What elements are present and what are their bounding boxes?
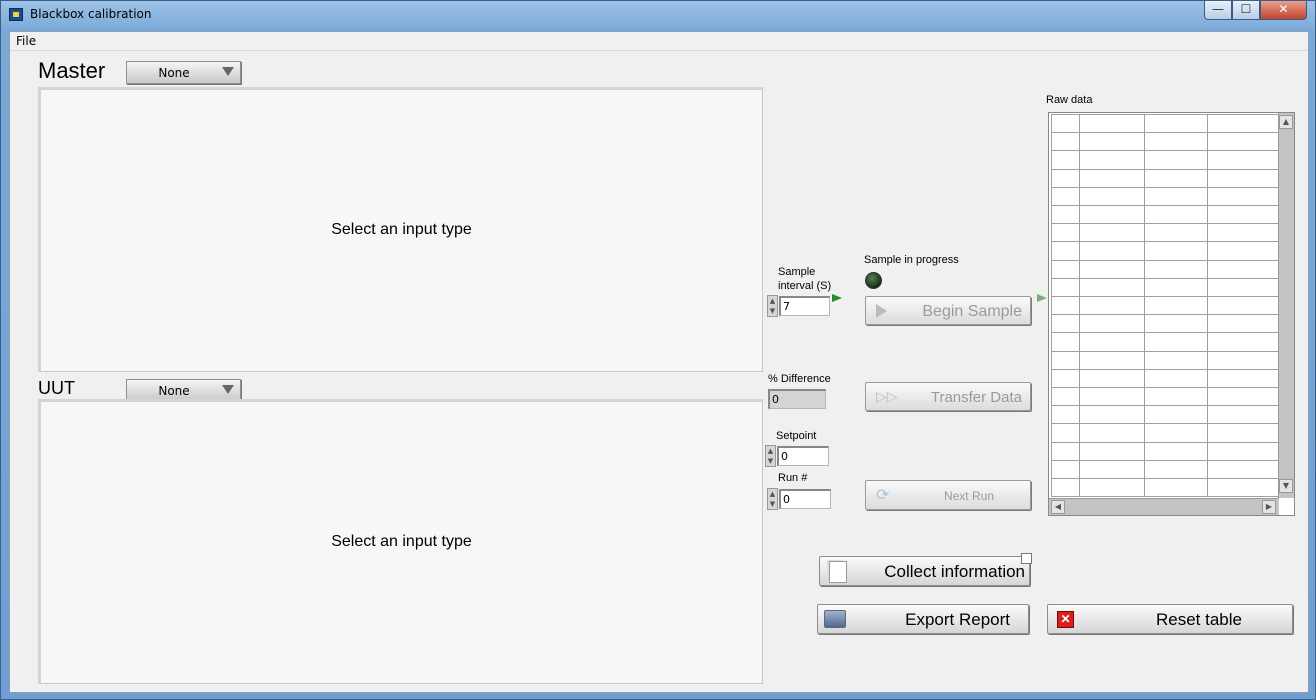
export-report-label: Export Report <box>905 610 1010 629</box>
export-icon <box>824 610 846 628</box>
table-row <box>1051 223 1278 224</box>
chevron-down-icon <box>222 385 234 394</box>
labview-app-icon <box>9 8 23 21</box>
table-row <box>1051 241 1278 242</box>
table-row <box>1051 351 1278 352</box>
minimize-button[interactable]: — <box>1204 1 1232 20</box>
terminal-marker-icon <box>832 294 842 302</box>
reset-table-button[interactable]: ✕ Reset table <box>1047 604 1293 634</box>
table-row <box>1051 187 1278 188</box>
run-number-input[interactable]: 0 <box>779 489 831 509</box>
begin-sample-button[interactable]: Begin Sample <box>865 296 1031 325</box>
close-button[interactable]: ✕ <box>1260 1 1307 20</box>
sample-in-progress-label: Sample in progress <box>864 254 959 266</box>
transfer-data-label: Transfer Data <box>930 389 1022 406</box>
table-row <box>1051 423 1278 424</box>
transfer-data-button[interactable]: ▷▷ Transfer Data <box>865 382 1031 411</box>
table-row <box>1051 478 1278 479</box>
scroll-down-arrow-icon[interactable]: ▼ <box>1279 479 1293 493</box>
table-row <box>1051 460 1278 461</box>
table-row <box>1051 442 1278 443</box>
table-column-line <box>1144 114 1145 496</box>
table-row <box>1051 405 1278 406</box>
uut-subpanel: Select an input type <box>38 399 763 684</box>
menu-file[interactable]: File <box>16 34 36 48</box>
reset-table-label: Reset table <box>1156 610 1242 629</box>
menu-bar: File <box>10 32 1308 51</box>
raw-data-grid[interactable] <box>1051 114 1279 497</box>
table-column-line <box>1079 114 1080 496</box>
terminal-marker-icon <box>1037 294 1047 302</box>
table-row <box>1051 150 1278 151</box>
master-input-type-select[interactable]: None <box>126 61 241 84</box>
uut-placeholder: Select an input type <box>331 533 472 550</box>
next-run-button[interactable]: ⟳ Next Run <box>865 480 1031 510</box>
percent-difference-label: % Difference <box>768 373 831 385</box>
sample-in-progress-led <box>865 272 882 289</box>
setpoint-input[interactable]: 0 <box>777 446 829 466</box>
raw-data-label: Raw data <box>1046 94 1093 106</box>
table-column-line <box>1207 114 1208 496</box>
scroll-right-arrow-icon[interactable]: ▶ <box>1262 500 1276 514</box>
raw-data-table[interactable]: ▲ ▼ ◀ ▶ <box>1048 112 1295 516</box>
percent-difference-indicator: 0 <box>768 389 826 409</box>
next-run-label: Next Run <box>943 489 994 503</box>
setpoint-label: Setpoint <box>776 430 817 442</box>
table-row <box>1051 169 1278 170</box>
horizontal-scrollbar[interactable]: ◀ ▶ <box>1049 498 1279 515</box>
table-row <box>1051 496 1278 497</box>
setpoint-stepper[interactable]: ▲ ▼ <box>765 445 776 467</box>
document-icon <box>829 561 847 583</box>
app-window: Blackbox calibration — ☐ ✕ File Master N… <box>0 0 1316 700</box>
table-row <box>1051 387 1278 388</box>
table-column-line <box>1051 114 1052 496</box>
begin-sample-label: Begin Sample <box>922 303 1022 320</box>
scroll-up-arrow-icon[interactable]: ▲ <box>1279 115 1293 129</box>
export-report-button[interactable]: Export Report <box>817 604 1029 634</box>
maximize-button[interactable]: ☐ <box>1232 1 1260 20</box>
vertical-scrollbar[interactable]: ▲ ▼ <box>1278 113 1294 498</box>
delete-x-icon: ✕ <box>1057 611 1074 628</box>
scroll-left-arrow-icon[interactable]: ◀ <box>1051 500 1065 514</box>
table-row <box>1051 205 1278 206</box>
collect-information-button[interactable]: Collect information <box>819 556 1030 586</box>
master-placeholder: Select an input type <box>331 221 472 238</box>
master-label: Master <box>38 58 106 83</box>
sample-interval-stepper[interactable]: ▲ ▼ <box>767 295 778 317</box>
table-row <box>1051 369 1278 370</box>
master-select-value: None <box>158 66 190 80</box>
table-row <box>1051 114 1278 115</box>
run-number-stepper[interactable]: ▲ ▼ <box>767 488 778 510</box>
refresh-icon: ⟳ <box>876 487 890 504</box>
front-panel: File Master None Select an input type UU… <box>9 31 1309 693</box>
fast-forward-icon: ▷▷ <box>876 388 898 404</box>
uut-label: UUT <box>38 378 75 398</box>
title-bar[interactable]: Blackbox calibration — ☐ ✕ <box>1 1 1316 29</box>
run-number-label: Run # <box>778 472 808 484</box>
collect-information-checkbox[interactable] <box>1021 553 1032 564</box>
play-icon <box>876 304 887 318</box>
table-row <box>1051 260 1278 261</box>
collect-information-label: Collect information <box>884 562 1025 581</box>
sample-interval-input[interactable]: 7 <box>779 296 830 316</box>
window-title: Blackbox calibration <box>30 7 152 21</box>
table-row <box>1051 296 1278 297</box>
chevron-down-icon <box>222 67 234 76</box>
table-row <box>1051 132 1278 133</box>
table-row <box>1051 314 1278 315</box>
table-row <box>1051 278 1278 279</box>
sample-interval-label: Sample interval (S) <box>778 266 832 292</box>
uut-select-value: None <box>158 384 190 398</box>
master-subpanel: Select an input type <box>38 87 763 372</box>
table-row <box>1051 332 1278 333</box>
